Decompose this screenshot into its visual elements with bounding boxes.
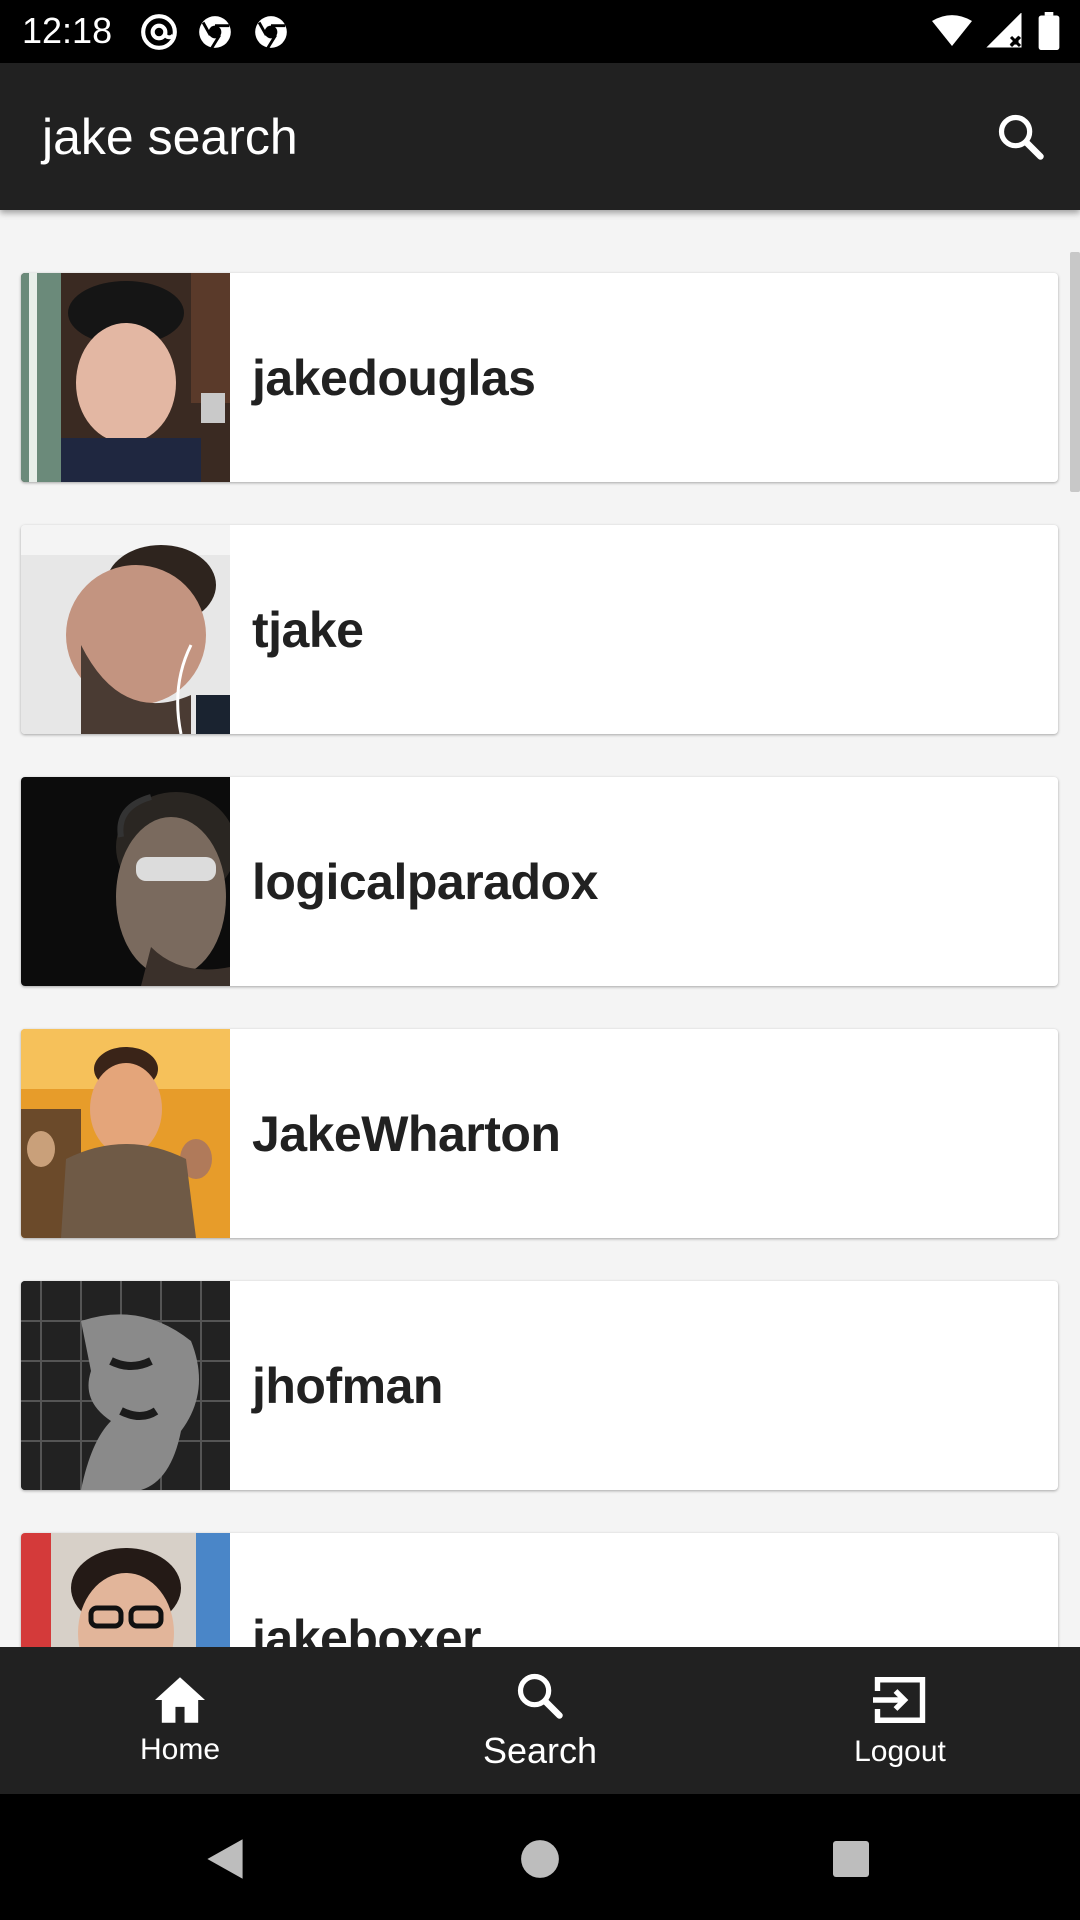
recents-button[interactable] <box>826 1834 876 1884</box>
system-status-icons <box>932 12 1060 50</box>
nav-home[interactable]: Home <box>0 1647 360 1794</box>
user-card[interactable]: jakeboxer <box>21 1533 1058 1647</box>
avatar <box>21 777 230 986</box>
user-card[interactable]: jhofman <box>21 1281 1058 1490</box>
user-card[interactable]: JakeWharton <box>21 1029 1058 1238</box>
status-time: 12:18 <box>22 10 113 51</box>
search-icon <box>998 114 1044 160</box>
nav-search-label: Search <box>482 1729 598 1771</box>
back-icon <box>207 1839 243 1879</box>
avatar <box>21 1533 230 1647</box>
nav-home-label: Home <box>139 1732 221 1766</box>
search-icon <box>517 1673 563 1719</box>
chrome-icon <box>199 16 231 49</box>
username: logicalparadox <box>252 854 598 910</box>
logout-icon <box>873 1676 926 1723</box>
username: jhofman <box>252 1358 443 1414</box>
nav-logout[interactable]: Logout <box>720 1647 1080 1794</box>
avatar <box>21 1281 230 1490</box>
search-button[interactable] <box>988 104 1054 170</box>
user-card[interactable]: jakedouglas <box>21 273 1058 482</box>
user-card[interactable]: logicalparadox <box>21 777 1058 986</box>
home-circle-icon <box>521 1840 559 1878</box>
app-bar: jake search <box>0 63 1080 210</box>
results-list[interactable]: jakedouglas tjake logicalparadox JakeWha… <box>0 210 1080 1647</box>
nav-logout-label: Logout <box>854 1734 946 1768</box>
username: jakedouglas <box>252 350 536 406</box>
at-sign-icon <box>141 14 177 50</box>
chrome-icon <box>255 16 287 49</box>
scrollbar[interactable] <box>1070 252 1080 492</box>
avatar <box>21 525 230 734</box>
wifi-icon <box>932 15 972 46</box>
home-icon <box>155 1676 205 1723</box>
notification-icons <box>140 13 290 51</box>
recents-icon <box>833 1841 869 1877</box>
user-card[interactable]: tjake <box>21 525 1058 734</box>
system-nav-bar <box>0 1794 1080 1920</box>
bottom-nav: Home Search Logout <box>0 1647 1080 1794</box>
home-system-button[interactable] <box>515 1834 565 1884</box>
avatar <box>21 273 230 482</box>
cell-signal-icon <box>986 13 1022 48</box>
username: JakeWharton <box>252 1106 561 1162</box>
page-title: jake search <box>42 109 298 165</box>
back-button[interactable] <box>200 1834 250 1884</box>
username: jakeboxer <box>252 1610 481 1647</box>
nav-search[interactable]: Search <box>360 1647 720 1794</box>
battery-icon <box>1038 12 1060 50</box>
status-bar: 12:18 <box>0 0 1080 63</box>
username: tjake <box>252 602 364 658</box>
avatar <box>21 1029 230 1238</box>
